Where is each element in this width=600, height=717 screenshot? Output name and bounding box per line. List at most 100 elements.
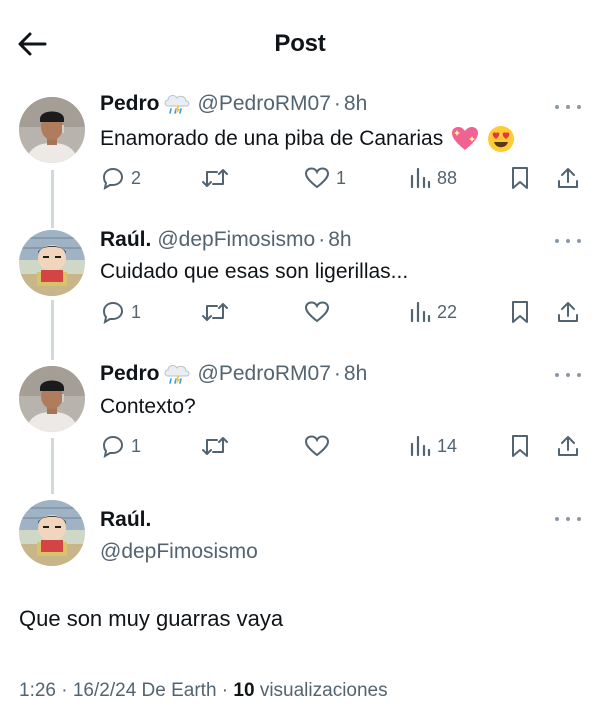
post-text: Enamorado de una piba de Canarias [100,125,515,153]
sparkling-heart-emoji-icon [452,127,479,150]
dot-icon [555,373,559,377]
views-button[interactable]: 14 [409,428,457,464]
post-text-content: Enamorado de una piba de Canarias [100,127,444,150]
author-handle[interactable]: @depFimosismo [100,540,258,564]
dot-icon [577,373,581,377]
share-icon [558,436,578,456]
share-button[interactable] [556,428,580,464]
avatar[interactable] [19,230,85,296]
post-actions: 2 1 88 [0,160,600,196]
author-handle[interactable]: @depFimosismo [157,228,315,252]
post-text: Contexto? [100,395,196,419]
view-count: 22 [437,301,458,322]
avatar[interactable] [19,500,85,566]
post-actions: 1 22 [0,294,600,330]
dot-icon [555,105,559,109]
reply-button[interactable]: 2 [101,160,141,196]
reply-icon [102,435,124,458]
dot-icon [566,517,570,521]
post-actions: 1 14 [0,428,600,464]
separator-dot: · [333,362,341,385]
dot-icon [566,105,570,109]
avatar[interactable] [19,97,85,163]
post-time[interactable]: 8h [344,362,367,386]
like-button[interactable]: 1 [304,160,346,196]
author-handle[interactable]: @PedroRM07 [198,362,331,386]
repost-icon [202,437,228,455]
post-time[interactable]: 8h [344,92,367,116]
bookmark-icon [512,435,528,457]
more-options-button[interactable] [555,100,581,114]
reply-count: 2 [131,167,142,188]
views-button[interactable]: 22 [409,294,457,330]
cloud-rain-emoji-icon [164,365,190,384]
author-handle[interactable]: @PedroRM07 [198,92,331,116]
post-header: Pedro @PedroRM07 · 8h [100,92,367,116]
dot-icon [566,239,570,243]
dot-icon [577,239,581,243]
bookmark-button[interactable] [510,160,530,196]
bookmark-icon [512,301,528,323]
views-bar-chart-icon [410,435,431,457]
author-name[interactable]: Pedro [100,362,160,386]
repost-icon [202,169,228,187]
repost-button[interactable] [201,428,235,464]
view-count: 14 [437,435,458,456]
post-time[interactable]: 8h [328,228,351,252]
repost-button[interactable] [201,294,235,330]
reply-button[interactable]: 1 [101,428,141,464]
views-count: 10 [233,680,255,701]
separator-dot: · [333,92,341,115]
more-options-button[interactable] [555,512,581,526]
focus-post-header: Raúl. @depFimosismo [100,508,258,564]
heart-icon [304,435,330,457]
avatar[interactable] [19,366,85,432]
reply-icon [102,167,124,190]
share-icon [558,302,578,322]
more-options-button[interactable] [555,368,581,382]
cloud-rain-emoji-icon [164,95,190,114]
views-bar-chart-icon [410,167,431,189]
bookmark-button[interactable] [510,428,530,464]
reply-count: 1 [131,301,142,322]
reply-icon [102,301,124,324]
dot-icon [555,517,559,521]
more-options-button[interactable] [555,234,581,248]
reply-count: 1 [131,435,142,456]
heart-eyes-emoji-icon [488,126,515,152]
post-header: Raúl. @depFimosismo · 8h [100,228,352,252]
like-button[interactable] [304,428,336,464]
top-bar: Post [0,0,600,90]
share-button[interactable] [556,294,580,330]
focus-post-text: Que son muy guarras vaya [19,606,284,631]
dot-icon [577,105,581,109]
views-bar-chart-icon [410,301,431,323]
author-name[interactable]: Pedro [100,92,160,116]
post-text-content: Contexto? [100,395,196,418]
view-count: 88 [437,167,458,188]
views-button[interactable]: 88 [409,160,457,196]
reply-button[interactable]: 1 [101,294,141,330]
bookmark-icon [512,167,528,189]
author-name[interactable]: Raúl. [100,228,151,252]
page-title: Post [274,30,326,57]
like-count: 1 [336,167,347,188]
bookmark-button[interactable] [510,294,530,330]
heart-icon [304,301,330,323]
post-text-content: Cuidado que esas son ligerillas... [100,260,409,283]
heart-icon [304,167,330,189]
post-header: Pedro @PedroRM07 · 8h [100,362,367,386]
views-label: visualizaciones [254,680,388,701]
repost-button[interactable] [201,160,235,196]
repost-icon [202,303,228,321]
post-meta: 1:26 · 16/2/24 De Earth · 10 visualizaci… [19,680,388,702]
post-text: Cuidado que esas son ligerillas... [100,260,408,284]
share-icon [558,168,578,188]
dot-icon [566,373,570,377]
share-button[interactable] [556,160,580,196]
dot-icon [577,517,581,521]
post-timestamp[interactable]: 1:26 · 16/2/24 De Earth · [19,680,233,701]
like-button[interactable] [304,294,336,330]
dot-icon [555,239,559,243]
author-name[interactable]: Raúl. [100,508,258,532]
